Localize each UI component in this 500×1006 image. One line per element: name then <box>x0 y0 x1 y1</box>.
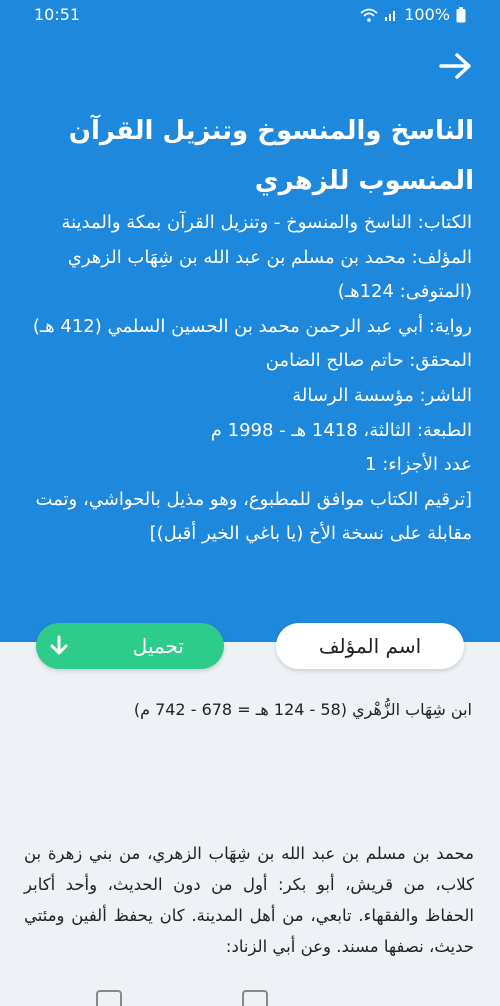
info-line: المؤلف: محمد بن مسلم بن عبد الله بن شِهَ… <box>67 246 472 303</box>
info-line: عدد الأجزاء: 1 <box>365 454 472 476</box>
info-line: الكتاب: الناسخ والمنسوخ - وتنزيل القرآن … <box>61 212 472 233</box>
author-name-button-label: اسم المؤلف <box>318 634 422 658</box>
arrow-right-icon[interactable] <box>438 50 474 82</box>
battery-percent: 100% <box>404 5 450 24</box>
info-line: الناشر: مؤسسة الرسالة <box>292 384 472 406</box>
author-name-button[interactable]: اسم المؤلف <box>276 623 464 669</box>
status-time: 10:51 <box>34 5 81 24</box>
home-nav-icon[interactable] <box>242 990 268 1006</box>
navigation-bar <box>0 982 500 1006</box>
info-line: [ترقيم الكتاب موافق للمطبوع، وهو مذيل با… <box>35 488 472 545</box>
wifi-icon <box>360 8 378 22</box>
recents-nav-icon[interactable] <box>96 990 122 1006</box>
battery-icon <box>456 6 466 22</box>
download-arrow-icon <box>50 635 68 655</box>
info-line: رواية: أبي عبد الرحمن محمد بن الحسين الس… <box>32 315 472 337</box>
book-title: الناسخ والمنسوخ وتنزيل القرآن المنسوب لل… <box>68 116 474 196</box>
book-info: الكتاب: الناسخ والمنسوخ - وتنزيل القرآن … <box>24 206 472 552</box>
status-bar: 10:51 100% <box>0 0 500 30</box>
author-bio: محمد بن مسلم بن عبد الله بن شِهَاب الزهر… <box>24 844 474 956</box>
signal-icon <box>385 10 396 21</box>
status-icons: 100% <box>360 5 466 24</box>
download-button-label: تحميل <box>132 634 184 658</box>
info-line: الطبعة: الثالثة، 1418 هـ - 1998 م <box>210 419 472 441</box>
author-summary: ابن شِهَاب الزُّهْري (58 - 124 هـ = 678 … <box>133 700 472 719</box>
info-line: المحقق: حاتم صالح الضامن <box>265 350 472 372</box>
download-button[interactable]: تحميل <box>36 623 224 669</box>
